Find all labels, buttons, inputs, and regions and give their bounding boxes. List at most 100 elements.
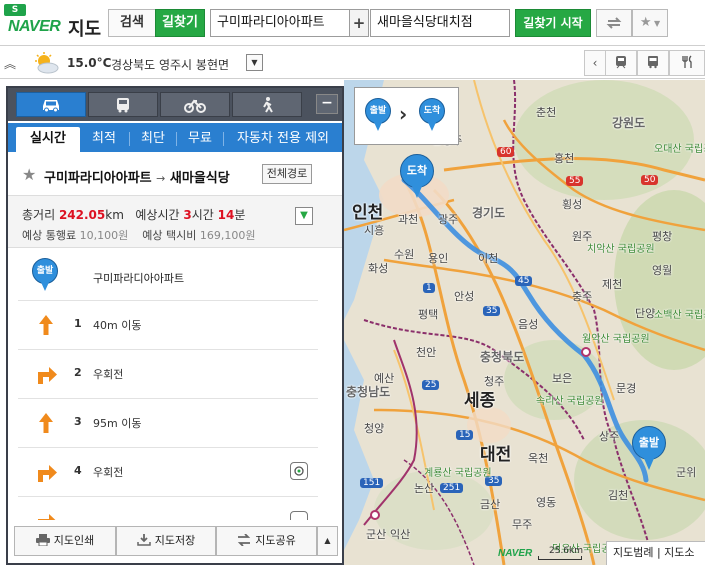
mode-car-tab[interactable]: [16, 92, 86, 117]
step-2[interactable]: 2 우회전: [18, 350, 318, 399]
map-label-gyeonggi: 경기도: [472, 206, 506, 220]
naver-map-logo[interactable]: S NAVER 지도: [4, 4, 104, 40]
destination-input[interactable]: 새마을식당대치점: [370, 9, 510, 37]
step-4[interactable]: 4 우회전: [18, 448, 318, 497]
step-start[interactable]: 출발 구미파라디아아파트: [18, 252, 318, 301]
summary-line-distance-time: 총거리 242.05km 예상시간 3시간 14분: [22, 206, 245, 223]
star-icon: ★: [639, 15, 652, 30]
route-summary: 총거리 242.05km 예상시간 3시간 14분 예상 통행료 10,100원…: [8, 196, 342, 248]
map-label-sobaek-park: 소백산 국립공원: [654, 310, 705, 321]
road-shield-60: 60: [497, 147, 515, 157]
panel-scroll-up-button[interactable]: ▲: [317, 526, 338, 556]
subway-layer-button[interactable]: [605, 50, 637, 76]
add-waypoint-button[interactable]: +: [349, 9, 369, 37]
mode-bus-tab[interactable]: [88, 92, 158, 117]
directions-panel: − 실시간 최적 최단 무료 자동차 전용 제외 ★ 구미파라디아아파트 → 새…: [6, 86, 344, 565]
map-label-songnisan-park: 속리산 국립공원: [536, 396, 604, 407]
map-label-sangju: 상주: [599, 430, 620, 443]
summary-expand-button[interactable]: ▼: [295, 207, 313, 225]
step-3[interactable]: 3 95m 이동: [18, 399, 318, 448]
right-turn-arrow-icon: [38, 367, 57, 384]
map-label-okcheon: 옥천: [528, 452, 549, 465]
car-icon: [43, 100, 59, 113]
route-title-arrow: →: [156, 172, 166, 185]
map-label-gwangju: 광주: [438, 213, 459, 226]
road-shield-35: 35: [483, 306, 501, 316]
toolbar-prev-button[interactable]: ‹: [584, 50, 606, 76]
toll-value: 10,100원: [79, 229, 129, 242]
print-map-button[interactable]: 지도인쇄: [14, 526, 116, 556]
step-5-partial[interactable]: [18, 497, 318, 520]
subway-icon: [616, 56, 626, 69]
location-dropdown-button[interactable]: ▼: [246, 54, 263, 71]
destination-map-pin[interactable]: 도착: [400, 154, 434, 200]
step-1[interactable]: 1 40m 이동: [18, 301, 318, 350]
restaurant-layer-button[interactable]: [669, 50, 705, 76]
full-route-button[interactable]: 전체경로: [262, 164, 312, 184]
panel-bottom-actions: 지도인쇄 지도저장 지도공유 ▲: [8, 526, 338, 556]
summary-line-cost: 예상 통행료 10,100원 예상 택시비 169,100원: [22, 227, 255, 243]
chevron-down-icon: ▼: [300, 210, 308, 221]
total-distance-label: 총거리: [22, 208, 56, 222]
naver-map-page: S NAVER 지도 검색 길찾기 구미파라디아아파트 + 새마을식당대치점 길…: [0, 0, 705, 565]
favorite-button[interactable]: ★ ▼: [632, 9, 668, 37]
map-label-yongin: 용인: [428, 252, 449, 265]
star-icon[interactable]: ★: [22, 165, 36, 184]
road-shield-15: 15: [456, 430, 474, 440]
start-location-input[interactable]: 구미파라디아아파트: [210, 9, 350, 37]
save-map-button[interactable]: 지도저장: [116, 526, 216, 556]
route-tab-button[interactable]: 길찾기: [155, 9, 205, 37]
step-number: 3: [74, 415, 82, 428]
map-label-chungju: 충주: [572, 290, 593, 303]
search-tab-button[interactable]: 검색: [108, 9, 156, 37]
current-location-text: 경상북도 영주시 봉현면: [111, 58, 230, 72]
mode-bicycle-tab[interactable]: [160, 92, 230, 117]
option-tab-shortest[interactable]: 최단: [132, 127, 174, 152]
reverse-route-button[interactable]: [596, 9, 632, 37]
option-tab-realtime[interactable]: 실시간: [16, 127, 80, 152]
option-tab-free[interactable]: 무료: [180, 127, 220, 152]
est-time-minutes-unit: 분: [234, 208, 246, 222]
route-title-start: 구미파라디아아파트: [44, 171, 152, 186]
straight-arrow-icon: [39, 413, 53, 433]
map-label-nonsan: 논산: [414, 482, 435, 495]
step-text: 우회전: [93, 368, 124, 381]
cctv-view-icon[interactable]: [290, 511, 308, 520]
toll-label: 예상 통행료: [22, 229, 77, 242]
share-map-button[interactable]: 지도공유: [216, 526, 317, 556]
road-shield-50: 50: [641, 175, 659, 185]
map-label-chuncheon: 춘천: [536, 106, 557, 119]
map-label-pyeongchang: 평창: [652, 230, 673, 243]
cctv-view-icon[interactable]: [290, 462, 308, 480]
map-label-yeongwol: 영월: [652, 264, 673, 277]
map-label-hongcheon: 홍천: [554, 152, 575, 165]
mode-walk-tab[interactable]: [232, 92, 302, 117]
start-route-search-button[interactable]: 길찾기 시작: [515, 9, 591, 37]
preview-start-pin: 출발: [365, 98, 391, 132]
collapse-chevron-icon[interactable]: ︽: [4, 55, 16, 72]
transport-mode-tabs: −: [8, 88, 342, 121]
map-label-yeongdong: 영동: [536, 496, 557, 509]
panel-minimize-button[interactable]: −: [316, 94, 338, 114]
chevron-left-icon: ‹: [592, 56, 598, 70]
bus-layer-button[interactable]: [637, 50, 669, 76]
start-map-pin[interactable]: 출발: [632, 426, 666, 472]
preview-arrow-icon: ›: [399, 102, 408, 126]
map-label-cheongyang: 청양: [364, 422, 385, 435]
map-legend-link[interactable]: 지도범례 | 지도소: [606, 541, 705, 565]
option-tab-optimal[interactable]: 최적: [84, 127, 124, 152]
step-text: 95m 이동: [93, 417, 142, 430]
route-option-tabs: 실시간 최적 최단 무료 자동차 전용 제외: [8, 123, 342, 152]
right-turn-arrow-icon: [38, 465, 57, 482]
share-map-label: 지도공유: [255, 534, 296, 547]
map-view[interactable]: 60 55 50 1 45 35 25 151 251 35 15 춘천 강원도…: [344, 80, 705, 565]
logo-title: 지도: [68, 19, 102, 40]
map-label-yesan: 예산: [374, 372, 395, 385]
est-time-hours: 3: [183, 208, 192, 222]
option-tab-no-motorway[interactable]: 자동차 전용 제외: [226, 127, 340, 152]
scale-bar: [538, 556, 582, 560]
map-label-danyang: 단양: [635, 307, 656, 320]
start-pin-label: 출발: [632, 426, 666, 460]
map-label-mungyeong: 문경: [616, 382, 637, 395]
map-label-boeun: 보은: [552, 372, 573, 385]
